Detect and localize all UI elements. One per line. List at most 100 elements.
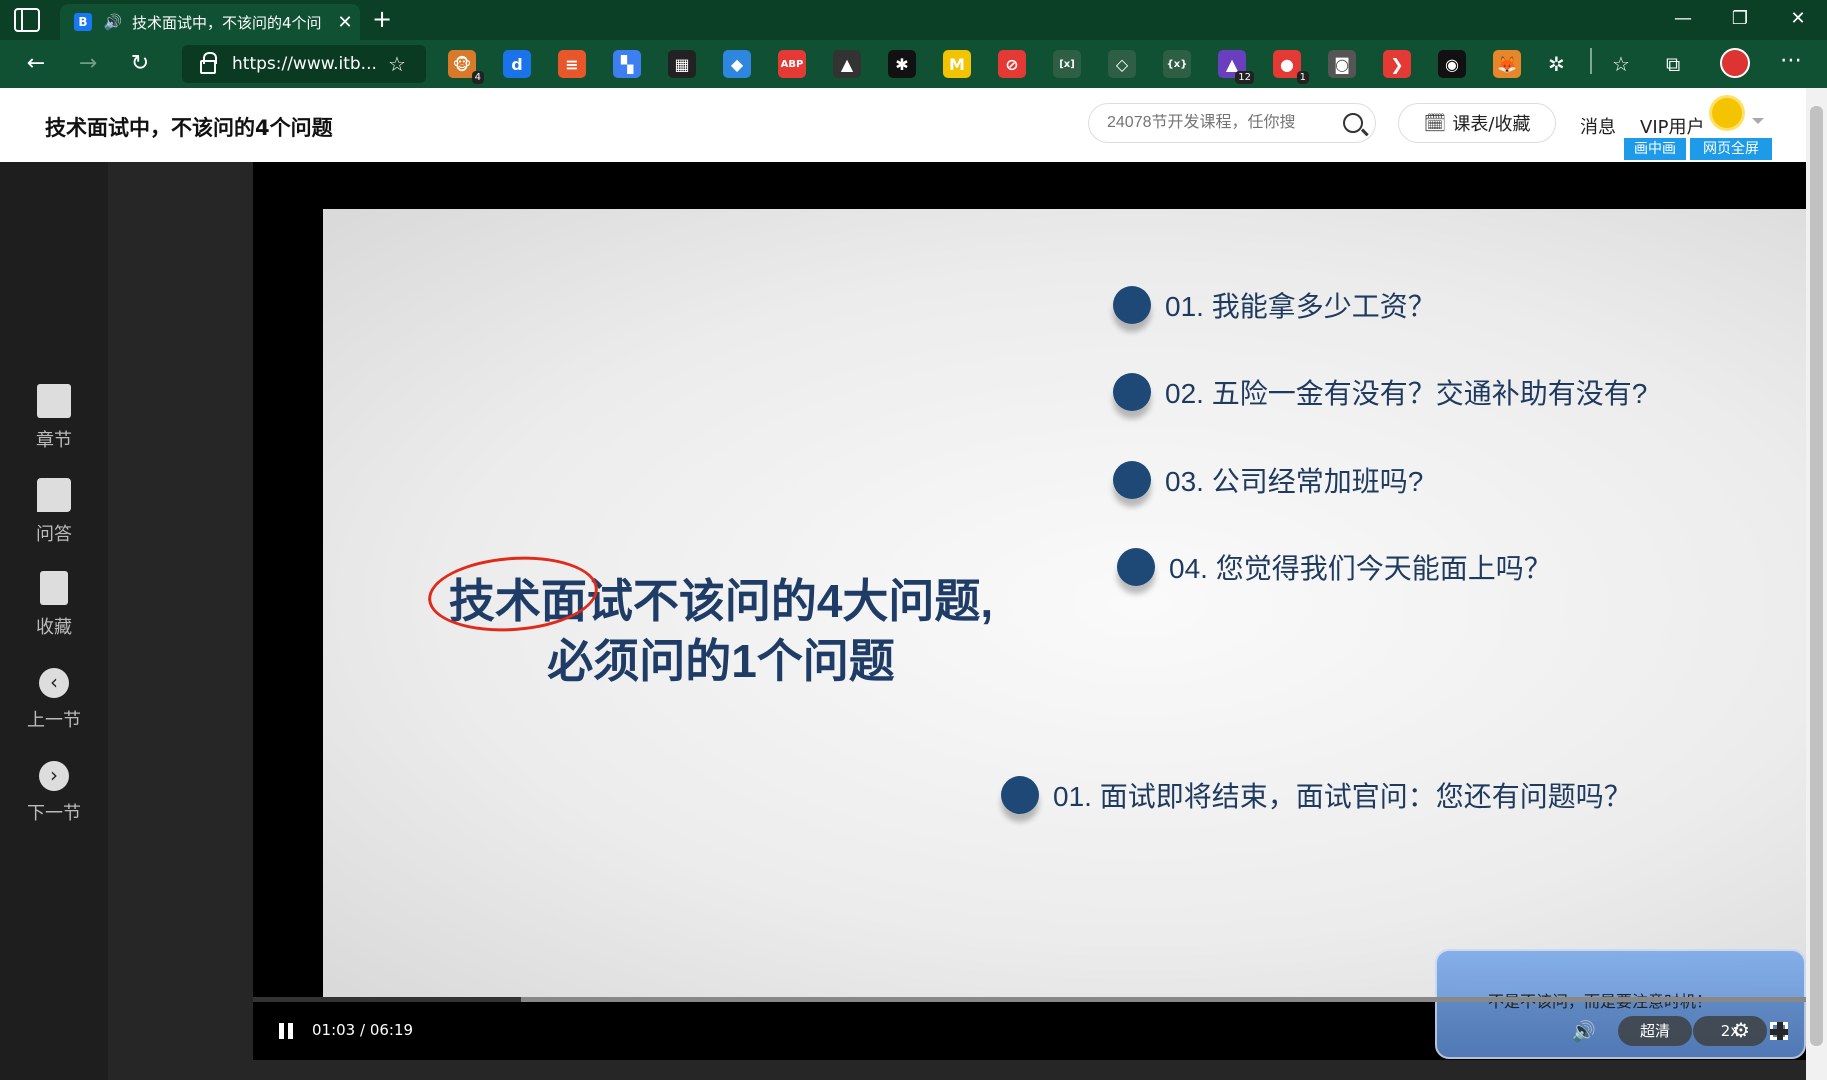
question-text: 02. 五险一金有没有？交通补助有没有?: [1165, 378, 1648, 409]
bullet-dot: [1117, 548, 1155, 586]
toolbar-divider: [1590, 48, 1592, 74]
sidebar-item-prev[interactable]: ‹ 上一节: [0, 668, 108, 732]
question-text: 01. 我能拿多少工资？: [1165, 291, 1436, 322]
ext-hat-icon[interactable]: ▲ 12: [1218, 50, 1254, 84]
sidebar: 章节 问答 收藏 ‹ 上一节 › 下一节: [0, 162, 108, 1080]
time-display: 01:03 / 06:19: [312, 1021, 414, 1039]
question-text: 03. 公司经常加班吗?: [1165, 466, 1424, 497]
settings-icon[interactable]: ⚙: [1732, 1018, 1750, 1042]
slide: 技术面试不该问的4大问题, 必须问的1个问题 01. 我能拿多少工资？ 02. …: [323, 209, 1809, 999]
ext-m-icon[interactable]: M: [943, 50, 971, 78]
add-favorite-icon[interactable]: ☆: [388, 52, 406, 76]
sidebar-item-label: 问答: [36, 524, 72, 545]
search-box[interactable]: [1088, 103, 1376, 143]
question-item: 02. 五险一金有没有？交通补助有没有?: [1113, 372, 1647, 412]
sidebar-item-bookmark[interactable]: 收藏: [0, 571, 108, 639]
ext-calc-icon[interactable]: ▦: [668, 50, 696, 78]
player-controls: 01:03 / 06:19 🔊 超清 2x ⚙: [253, 1002, 1827, 1060]
bullet-dot: [1001, 776, 1039, 814]
must-ask-item: 01. 面试即将结束，面试官问：您还有问题吗？: [1001, 775, 1632, 815]
qa-icon: [37, 478, 71, 512]
browser-tab-bar: B 🔊 技术面试中，不该问的4个问 ✕ + — ❐ ✕: [0, 0, 1827, 40]
vip-link[interactable]: VIP用户: [1640, 113, 1704, 139]
ext-bracket-icon[interactable]: [x]: [1053, 50, 1081, 78]
calendar-icon: 🗓: [1423, 112, 1447, 134]
ext-mountain-icon[interactable]: ▲: [833, 50, 861, 78]
collections-icon[interactable]: ⧉: [1666, 52, 1680, 76]
back-icon[interactable]: ←: [10, 44, 62, 84]
schedule-label: 课表/收藏: [1452, 114, 1531, 135]
scrollbar-thumb[interactable]: [1810, 106, 1823, 1046]
ext-tiktok-icon[interactable]: d: [503, 50, 531, 78]
slide-title-line2: 必须问的1个问题: [547, 635, 895, 687]
video-frame[interactable]: 技术面试不该问的4大问题, 必须问的1个问题 01. 我能拿多少工资？ 02. …: [253, 162, 1827, 1060]
ext-camera-icon[interactable]: ◙: [1328, 50, 1356, 78]
extensions-icon[interactable]: ✲: [1548, 52, 1565, 76]
question-text: 04. 您觉得我们今天能面上吗？: [1169, 553, 1552, 584]
search-input[interactable]: [1107, 114, 1337, 132]
forward-icon[interactable]: →: [62, 44, 114, 84]
page-scrollbar[interactable]: [1806, 88, 1827, 1080]
ext-asterisk-icon[interactable]: ✱: [888, 50, 916, 78]
ext-git-icon[interactable]: ◇: [1108, 50, 1136, 78]
vip-medal-icon: [1712, 98, 1742, 128]
favorites-icon[interactable]: ☆: [1612, 52, 1630, 76]
extension-badge: 1: [1296, 71, 1309, 84]
ext-ring-icon[interactable]: ◉: [1438, 50, 1466, 78]
page-title: 技术面试中，不该问的4个问题: [45, 116, 333, 140]
next-icon: ›: [39, 761, 69, 791]
ext-fox-icon[interactable]: 🦊: [1493, 50, 1521, 78]
close-window-icon[interactable]: ✕: [1770, 0, 1826, 40]
bullet-dot: [1113, 461, 1151, 499]
pip-button[interactable]: 画中画: [1624, 138, 1686, 160]
ext-code-icon[interactable]: {x}: [1163, 50, 1191, 78]
question-item: 01. 我能拿多少工资？: [1113, 285, 1436, 325]
schedule-button[interactable]: 🗓 课表/收藏: [1398, 103, 1556, 143]
must-ask-text: 01. 面试即将结束，面试官问：您还有问题吗？: [1053, 781, 1632, 812]
bullet-dot: [1113, 373, 1151, 411]
fullscreen-icon[interactable]: [1770, 1022, 1788, 1040]
refresh-icon[interactable]: ↻: [114, 44, 166, 84]
minimize-icon[interactable]: —: [1655, 0, 1711, 40]
browser-toolbar: ← → ↻ https://www.itb... ☆ 🐵 4 d ≡ ▚ ▦ ◆ ABP ▲ ✱ M…: [0, 40, 1827, 88]
ext-block-icon[interactable]: ⊘: [998, 50, 1026, 78]
ext-eye-icon[interactable]: ❯: [1383, 50, 1411, 78]
more-icon[interactable]: ⋯: [1780, 48, 1802, 73]
speaker-icon[interactable]: 🔊: [102, 13, 124, 31]
profile-avatar[interactable]: [1720, 48, 1750, 78]
sidebar-item-chapters[interactable]: 章节: [0, 384, 108, 452]
pause-icon[interactable]: [279, 1023, 293, 1039]
lock-icon: [200, 52, 217, 74]
ext-notes-icon[interactable]: ≡: [558, 50, 586, 78]
sidebar-item-qa[interactable]: 问答: [0, 478, 108, 546]
question-item: 04. 您觉得我们今天能面上吗？: [1117, 547, 1552, 587]
web-fullscreen-button[interactable]: 网页全屏: [1690, 138, 1772, 160]
chevron-down-icon[interactable]: [1752, 118, 1764, 124]
search-icon[interactable]: [1343, 113, 1363, 133]
extension-badge: 12: [1235, 71, 1254, 84]
ext-mushroom-icon[interactable]: ● 1: [1273, 50, 1309, 84]
quality-button[interactable]: 超清: [1618, 1016, 1692, 1046]
ext-adblock-icon[interactable]: ABP: [778, 50, 806, 78]
video-player[interactable]: 技术面试不该问的4大问题, 必须问的1个问题 01. 我能拿多少工资？ 02. …: [108, 162, 1827, 1080]
tab-active[interactable]: B 🔊 技术面试中，不该问的4个问 ✕: [60, 4, 360, 40]
ext-grid-icon[interactable]: ▚: [613, 50, 641, 78]
volume-icon[interactable]: 🔊: [1571, 1019, 1596, 1043]
sidebar-item-label: 下一节: [27, 803, 81, 824]
sidebar-item-next[interactable]: › 下一节: [0, 761, 108, 825]
ext-monkey-icon[interactable]: 🐵 4: [448, 50, 484, 84]
extension-badge: 4: [471, 71, 484, 84]
sidebar-item-label: 章节: [36, 430, 72, 451]
speed-button[interactable]: 2x: [1693, 1016, 1767, 1046]
messages-link[interactable]: 消息: [1580, 113, 1616, 139]
tab-title: 技术面试中，不该问的4个问: [132, 13, 322, 32]
ext-diamond-icon[interactable]: ◆: [723, 50, 751, 78]
url-text[interactable]: https://www.itb...: [232, 54, 377, 74]
bullet-dot: [1113, 286, 1151, 324]
restore-icon[interactable]: ❐: [1712, 0, 1768, 40]
close-tab-icon[interactable]: ✕: [330, 12, 360, 33]
tab-actions-icon[interactable]: [14, 8, 40, 32]
new-tab-button[interactable]: +: [368, 6, 396, 34]
sidebar-item-label: 上一节: [27, 710, 81, 731]
bookmark-icon: [40, 571, 68, 605]
